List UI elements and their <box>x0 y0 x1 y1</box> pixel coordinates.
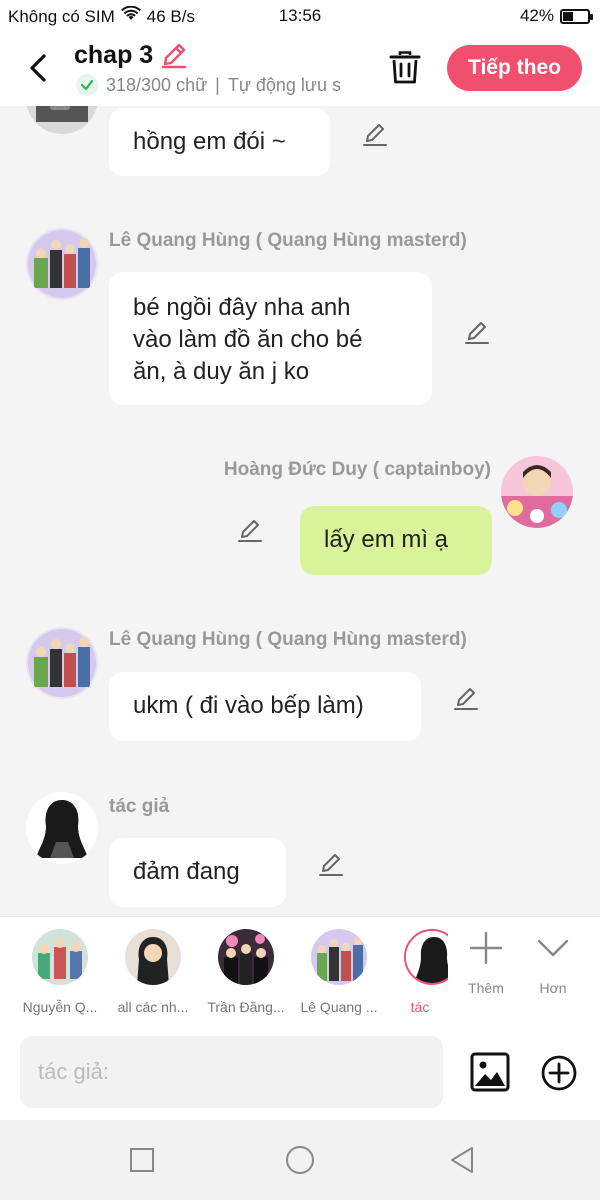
back-button[interactable] <box>20 48 56 88</box>
avatar[interactable] <box>26 792 98 864</box>
edit-title-icon[interactable] <box>159 40 189 70</box>
message-text-line: bé ngồi đây nha anh <box>133 294 351 321</box>
character-name: Lê Quang Hùng ( Quang Hùng masterd) <box>109 230 467 251</box>
character-name: Lê Quang Hùng ( Quang Hùng masterd) <box>109 629 467 650</box>
chapter-title[interactable]: chap 3 <box>74 40 189 70</box>
character-label: Trần Đăng... <box>207 999 285 1015</box>
message-bubble[interactable]: ukm ( đi vào bếp làm) <box>109 672 421 741</box>
avatar[interactable] <box>26 627 98 699</box>
character-avatar <box>125 929 181 985</box>
check-icon <box>76 74 98 96</box>
delete-button[interactable] <box>385 46 425 90</box>
edit-message-icon[interactable] <box>361 120 389 148</box>
chat-area[interactable]: hồng em đói ~ Lê Quang Hùng ( Quang Hùng… <box>0 106 600 916</box>
avatar[interactable] <box>26 228 98 300</box>
autosave-text: Tự động lưu s <box>227 74 341 95</box>
message-text: hồng em đói ~ <box>133 128 286 155</box>
trash-icon <box>389 51 421 84</box>
clock: 13:56 <box>278 6 322 25</box>
add-button[interactable] <box>540 1054 578 1092</box>
edit-message-icon[interactable] <box>236 516 264 544</box>
message-text: đảm đang <box>133 858 240 885</box>
insert-image-button[interactable] <box>470 1052 510 1092</box>
character-chip[interactable]: all các nh... <box>112 929 194 1015</box>
battery-percent: 42% <box>519 6 554 25</box>
chapter-title-text: chap 3 <box>74 40 154 69</box>
edit-message-icon[interactable] <box>452 684 480 712</box>
character-chip[interactable]: Nguyễn Q... <box>19 929 101 1015</box>
character-name: tác giả <box>109 796 170 817</box>
square-icon <box>130 1148 154 1172</box>
add-label: Thêm <box>468 980 504 996</box>
top-bar: chap 3 318/300 chữ | Tự động lưu s Tiếp … <box>0 32 600 106</box>
edit-message-icon[interactable] <box>317 850 345 878</box>
character-avatar <box>218 929 274 985</box>
status-bar: Không có SIM 46 B/s 13:56 42% <box>0 0 600 32</box>
more-label: Hơn <box>539 980 567 996</box>
character-chip[interactable]: Lê Quang ... <box>298 929 380 1015</box>
circle-icon <box>286 1146 314 1174</box>
character-name: Hoàng Đức Duy ( captainboy) <box>223 459 491 480</box>
chevron-down-icon <box>537 939 569 957</box>
plus-icon <box>469 931 503 965</box>
character-label: all các nh... <box>117 999 189 1015</box>
add-character-button[interactable]: Thêm <box>456 931 516 996</box>
message-bubble[interactable]: đảm đang <box>109 838 286 907</box>
image-icon <box>470 1052 510 1092</box>
separator: | <box>215 74 220 95</box>
character-avatar <box>32 929 88 985</box>
character-label: tác <box>410 999 430 1015</box>
character-chip-selected[interactable]: tác <box>392 929 448 1015</box>
triangle-back-icon <box>451 1147 473 1173</box>
character-avatar <box>404 929 448 985</box>
edit-message-icon[interactable] <box>463 318 491 346</box>
message-text-line: ăn, à duy ăn j ko <box>133 358 310 385</box>
message-text: ukm ( đi vào bếp làm) <box>133 692 364 719</box>
message-bubble[interactable]: lấy em mì ạ <box>300 506 492 575</box>
chevron-left-icon <box>30 54 46 82</box>
plus-circle-icon <box>541 1055 577 1091</box>
battery-fill <box>563 11 574 21</box>
avatar[interactable] <box>26 106 98 134</box>
character-selector: Nguyễn Q... all các nh... Trần Đăng... L… <box>0 916 600 1024</box>
system-nav-bar <box>0 1120 600 1200</box>
back-nav-button[interactable] <box>446 1144 478 1176</box>
message-text: lấy em mì ạ <box>324 526 449 553</box>
message-bubble[interactable]: bé ngồi đây nha anh vào làm đồ ăn cho bé… <box>109 272 432 405</box>
message-input[interactable] <box>20 1036 443 1108</box>
home-button[interactable] <box>284 1144 316 1176</box>
recents-button[interactable] <box>126 1144 158 1176</box>
message-bubble[interactable]: hồng em đói ~ <box>109 108 330 176</box>
composer <box>0 1024 600 1120</box>
save-status: 318/300 chữ | Tự động lưu s <box>76 74 362 96</box>
character-avatar <box>311 929 367 985</box>
message-text-line: vào làm đồ ăn cho bé <box>133 326 363 353</box>
character-chip[interactable]: Trần Đăng... <box>205 929 287 1015</box>
more-button[interactable]: Hơn <box>523 931 583 996</box>
battery-icon <box>560 8 593 24</box>
next-button[interactable]: Tiếp theo <box>447 45 582 91</box>
avatar[interactable] <box>501 456 573 528</box>
character-label: Lê Quang ... <box>300 999 378 1015</box>
word-count: 318/300 chữ <box>106 74 208 95</box>
character-label: Nguyễn Q... <box>22 999 98 1015</box>
